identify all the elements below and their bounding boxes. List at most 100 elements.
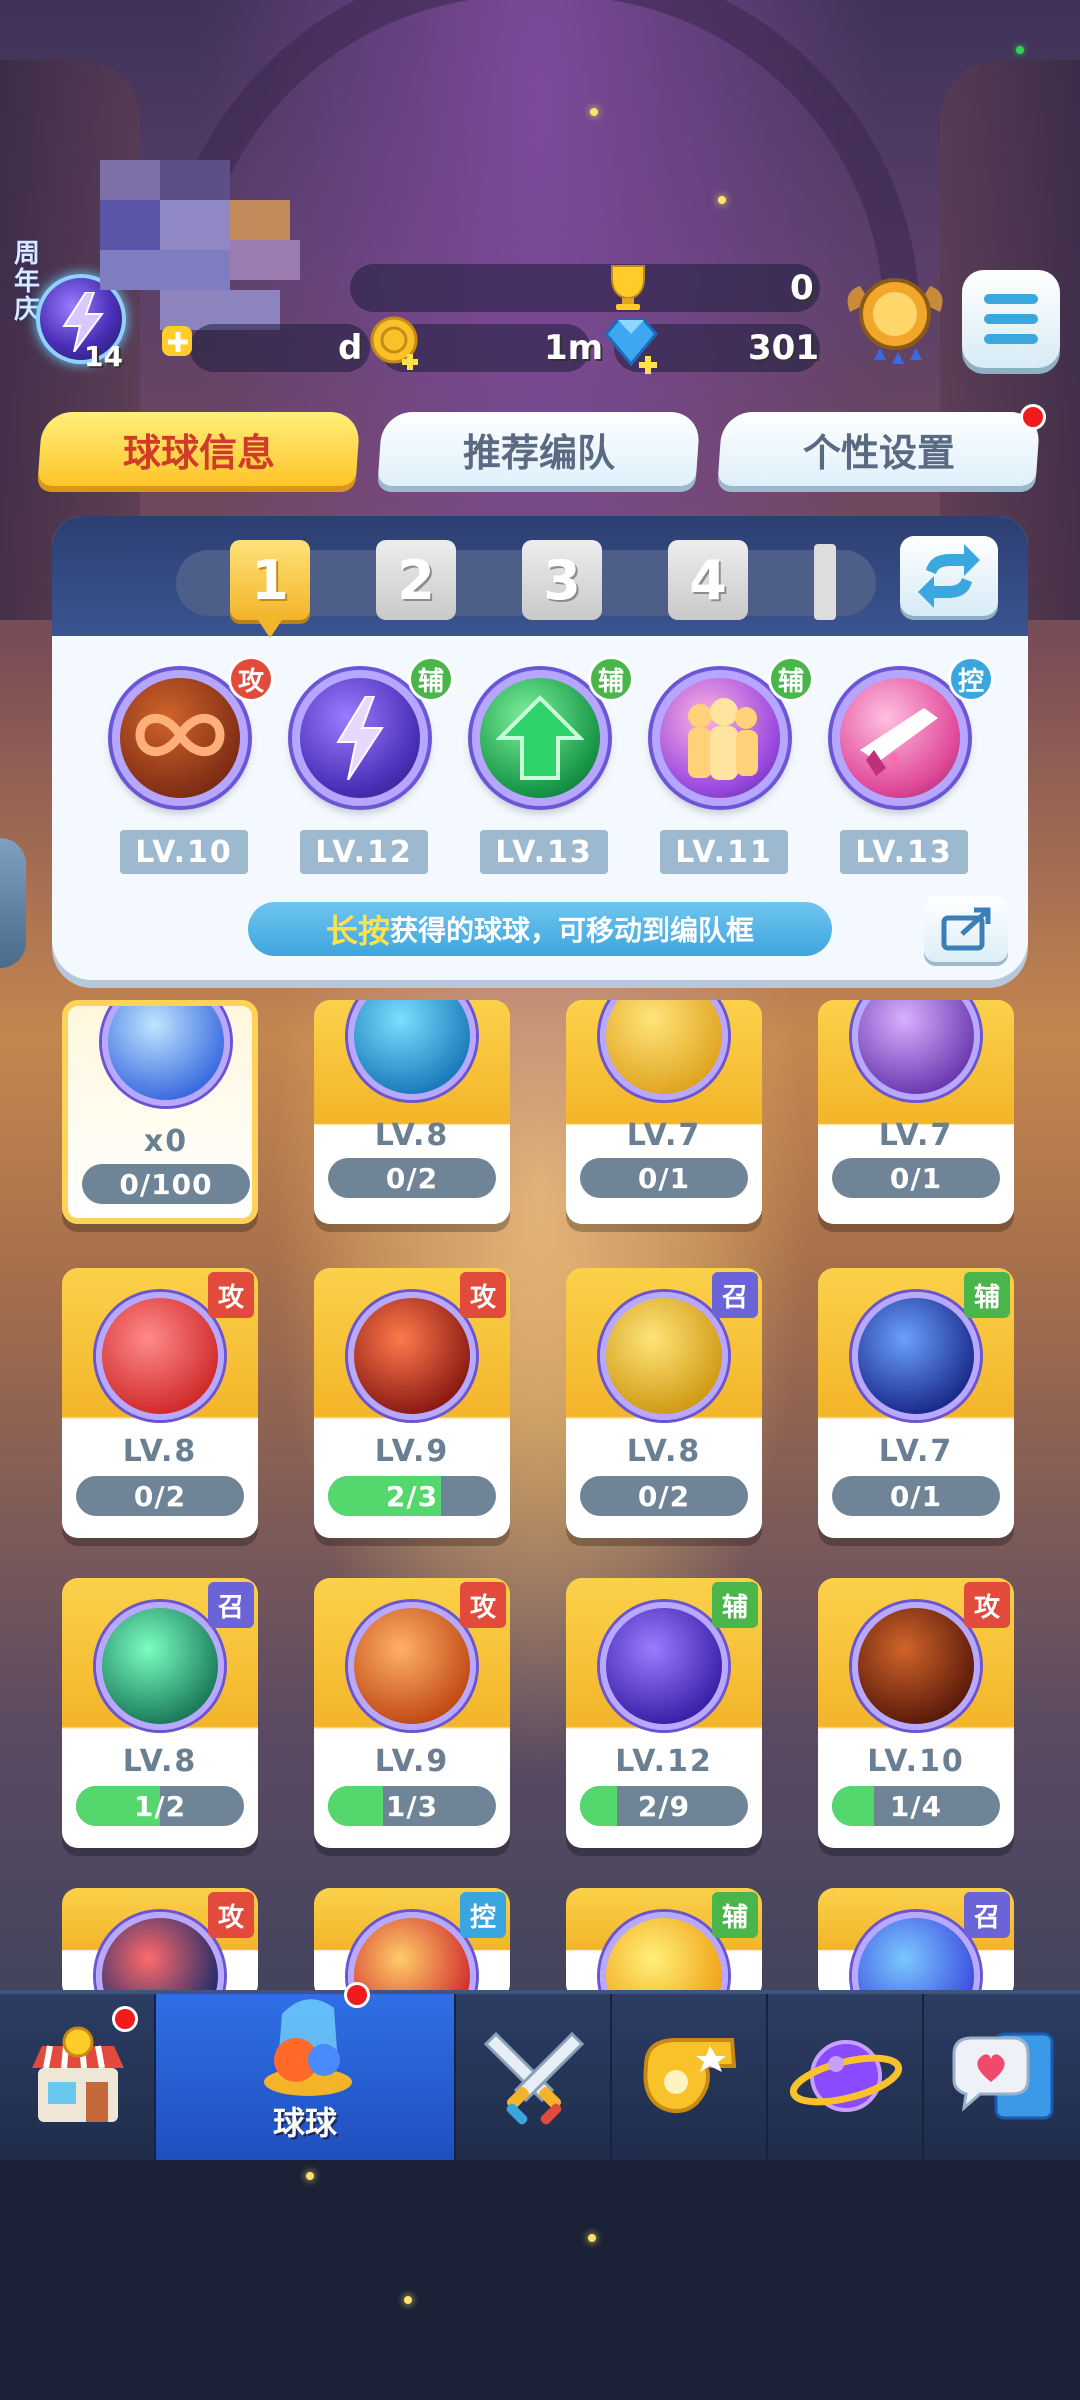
- lightning-orb-icon: [600, 1602, 728, 1730]
- sparkle-icon: [306, 2172, 314, 2180]
- ball-level: LV.7: [878, 1118, 954, 1153]
- ball-card[interactable]: 召: [818, 1888, 1014, 2000]
- nav-battle[interactable]: [456, 1994, 612, 2160]
- role-tag-summon: 召: [712, 1272, 758, 1318]
- gold-value: d: [338, 328, 363, 368]
- ball-card[interactable]: 攻: [62, 1888, 258, 2000]
- rank-badge-icon[interactable]: [840, 272, 950, 372]
- ball-card[interactable]: LV.7 0/1: [818, 1000, 1014, 1224]
- team-slot-4[interactable]: 4: [668, 540, 748, 620]
- ball-card[interactable]: LV.7 0/1: [566, 1000, 762, 1224]
- nav-balls[interactable]: 球球: [156, 1994, 456, 2160]
- sun-orb-icon: [600, 1912, 728, 2000]
- ball-card[interactable]: 控: [314, 1888, 510, 2000]
- ball-level: LV.12: [615, 1744, 713, 1779]
- ball-progress: 1/4: [832, 1786, 1000, 1826]
- team-member-2-level: LV.12: [300, 830, 428, 874]
- red-blob-orb-icon: [96, 1292, 224, 1420]
- ball-card[interactable]: 召 LV.8 0/2: [566, 1268, 762, 1538]
- team-slot-3[interactable]: 3: [522, 540, 602, 620]
- ball-progress: 0/1: [832, 1476, 1000, 1516]
- role-tag-support: 辅: [712, 1892, 758, 1938]
- ball-card[interactable]: 攻 LV.8 0/2: [62, 1268, 258, 1538]
- yellow-blob-orb-icon: [600, 1000, 728, 1100]
- add-gold-icon[interactable]: [158, 322, 198, 362]
- ball-progress-text: 1/3: [385, 1789, 439, 1823]
- ball-level: LV.8: [374, 1118, 450, 1153]
- ball-progress: 0/1: [580, 1158, 748, 1198]
- swap-orb-icon: [102, 1006, 230, 1106]
- bottom-dark-area: [0, 2160, 1080, 2400]
- ball-progress-text: 0/1: [889, 1161, 943, 1195]
- tab-ball-info[interactable]: 球球信息: [37, 412, 361, 486]
- nav-shop-badge: [112, 2006, 138, 2032]
- team-member-3-level: LV.13: [480, 830, 608, 874]
- team-member-3[interactable]: [472, 670, 608, 806]
- trophy-count: 0: [790, 268, 814, 308]
- golden-hand-orb-icon: [600, 1292, 728, 1420]
- ball-level: LV.7: [878, 1434, 954, 1469]
- sparkle-icon: [588, 2234, 596, 2242]
- nav-coach[interactable]: [612, 1994, 768, 2160]
- ball-card[interactable]: 召 LV.8 1/2: [62, 1578, 258, 1848]
- trophy-bar: [350, 264, 820, 312]
- nav-social[interactable]: [924, 1994, 1080, 2160]
- blue-fish-orb-icon: [348, 1000, 476, 1100]
- bottom-navigation: 球球: [0, 1982, 1080, 2160]
- ball-card[interactable]: LV.8 0/2: [314, 1000, 510, 1224]
- role-tag-support: 辅: [768, 656, 814, 702]
- team-member-1-level: LV.10: [120, 830, 248, 874]
- tab-recommended-team[interactable]: 推荐编队: [377, 412, 701, 486]
- role-tag-support: 辅: [964, 1272, 1010, 1318]
- ball-progress: 1/2: [76, 1786, 244, 1826]
- ball-progress-text: 1/2: [133, 1789, 187, 1823]
- ball-card[interactable]: x0 0/100: [62, 1000, 258, 1224]
- gem-icon: [604, 318, 658, 374]
- ball-progress-text: 1/4: [889, 1789, 943, 1823]
- drag-hint: 长按 获得的球球，可移动到编队框: [248, 902, 832, 956]
- ball-card[interactable]: 辅 LV.7 0/1: [818, 1268, 1014, 1538]
- role-tag-attack: 攻: [228, 656, 274, 702]
- sparkle-icon: [590, 108, 598, 116]
- role-tag-support: 辅: [712, 1582, 758, 1628]
- hint-highlight: 长按: [325, 912, 390, 950]
- ball-progress-text: 0/100: [119, 1167, 213, 1201]
- role-tag-attack: 攻: [208, 1892, 254, 1938]
- team-member-2[interactable]: [292, 670, 428, 806]
- nav-balls-badge: [344, 1982, 370, 2008]
- team-member-4[interactable]: [652, 670, 788, 806]
- infinity-orb-icon: [852, 1602, 980, 1730]
- hint-text: 获得的球球，可移动到编队框: [390, 914, 755, 947]
- team-slot-1[interactable]: 1: [230, 540, 310, 638]
- role-tag-support: 辅: [408, 656, 454, 702]
- tab-personal-settings[interactable]: 个性设置: [717, 412, 1041, 486]
- menu-button[interactable]: [962, 270, 1060, 368]
- portal-orb-icon: [96, 1602, 224, 1730]
- ball-card[interactable]: 辅: [566, 1888, 762, 2000]
- ball-level: LV.8: [122, 1744, 198, 1779]
- ball-icon: [264, 1999, 352, 2096]
- role-tag-support: 辅: [588, 656, 634, 702]
- team-member-5[interactable]: [832, 670, 968, 806]
- ball-card[interactable]: 攻 LV.9 1/3: [314, 1578, 510, 1848]
- role-tag-summon: 召: [208, 1582, 254, 1628]
- share-button[interactable]: [924, 896, 1008, 962]
- ball-card[interactable]: 辅 LV.12 2/9: [566, 1578, 762, 1848]
- ball-progress: 0/2: [76, 1476, 244, 1516]
- team-slot-2[interactable]: 2: [376, 540, 456, 620]
- shop-icon: [32, 2026, 124, 2122]
- ball-card[interactable]: 攻 LV.9 2/3: [314, 1268, 510, 1538]
- role-tag-attack: 攻: [964, 1582, 1010, 1628]
- ball-progress: 0/1: [832, 1158, 1000, 1198]
- swap-button[interactable]: [900, 536, 998, 616]
- ball-card[interactable]: 攻 LV.10 1/4: [818, 1578, 1014, 1848]
- ball-level: x0: [143, 1124, 189, 1159]
- nav-planet[interactable]: [768, 1994, 924, 2160]
- share-icon: [941, 907, 991, 951]
- team-panel: 1 2 3 4 攻 LV.10 辅 LV.12 辅 LV.13 辅 LV.11: [52, 516, 1028, 980]
- swap-arrows-icon: [918, 544, 980, 608]
- team-member-1[interactable]: [112, 670, 248, 806]
- ball-progress: 0/100: [82, 1164, 250, 1204]
- side-pull-tab[interactable]: [0, 838, 26, 968]
- role-tag-control: 控: [460, 1892, 506, 1938]
